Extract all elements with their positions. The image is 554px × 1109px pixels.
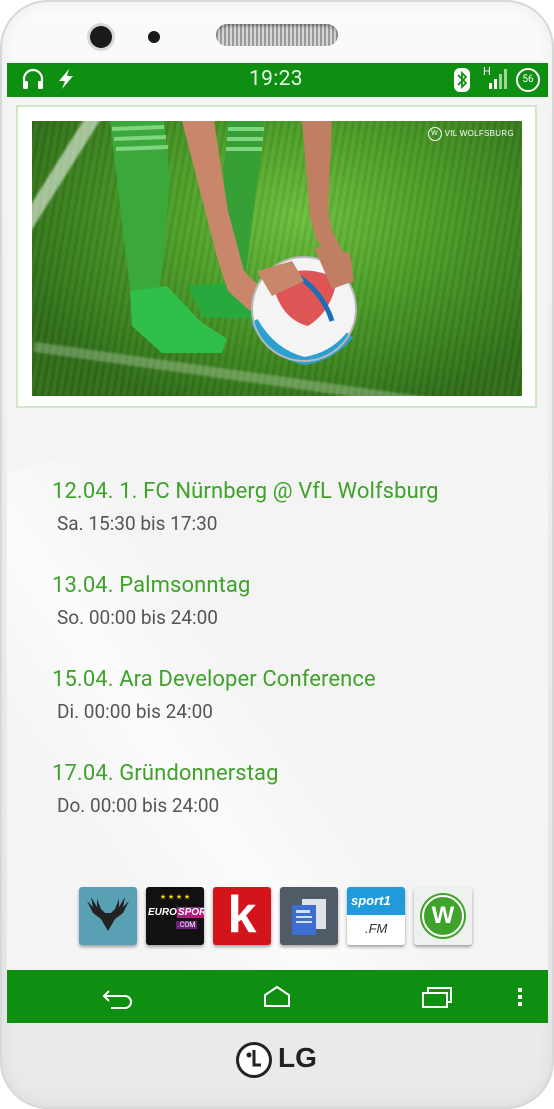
event-item[interactable]: 17.04. Gründonnerstag Do. 00:00 bis 24:0… bbox=[52, 761, 439, 855]
navigation-bar bbox=[7, 970, 548, 1023]
sport1-fm-shortcut[interactable]: sport1 .FM bbox=[347, 887, 405, 945]
vfl-logo: W VfL WOLFSBURG bbox=[427, 127, 514, 141]
news-app-shortcut[interactable] bbox=[280, 887, 338, 945]
eurosport-shortcut[interactable]: ★ ★ ★ ★ EUROSPORT .COM bbox=[146, 887, 204, 945]
deer-app-shortcut[interactable] bbox=[79, 887, 137, 945]
event-title: 12.04. 1. FC Nürnberg @ VfL Wolfsburg bbox=[52, 479, 439, 504]
phone-frame: 19:23 H 56 W VfL WOLFSBURG 12.04. 1. FC … bbox=[0, 0, 554, 1109]
event-time: Do. 00:00 bis 24:00 bbox=[57, 794, 220, 817]
sensor bbox=[148, 31, 160, 43]
recents-icon[interactable] bbox=[417, 982, 457, 1012]
bluetooth-icon bbox=[454, 68, 470, 92]
home-icon[interactable] bbox=[257, 982, 297, 1012]
menu-icon[interactable] bbox=[505, 982, 535, 1012]
banner-image: W VfL WOLFSBURG bbox=[32, 121, 522, 396]
signal-icon bbox=[489, 69, 507, 89]
headphones-icon bbox=[22, 68, 44, 89]
vfl-wolfsburg-shortcut[interactable]: W bbox=[414, 887, 472, 945]
deer-icon bbox=[87, 897, 129, 931]
banner-card[interactable]: W VfL WOLFSBURG bbox=[16, 105, 537, 408]
event-item[interactable]: 13.04. Palmsonntag So. 00:00 bis 24:00 bbox=[52, 573, 439, 667]
event-time: Di. 00:00 bis 24:00 bbox=[57, 700, 213, 723]
event-title: 17.04. Gründonnerstag bbox=[52, 761, 279, 786]
event-title: 15.04. Ara Developer Conference bbox=[52, 667, 376, 692]
event-title: 13.04. Palmsonntag bbox=[52, 573, 251, 598]
lightning-icon bbox=[59, 69, 73, 89]
event-time: Sa. 15:30 bis 17:30 bbox=[57, 512, 218, 535]
lg-logo-icon bbox=[236, 1042, 272, 1078]
kicker-shortcut[interactable]: k bbox=[213, 887, 271, 945]
status-time: 19:23 bbox=[249, 67, 303, 91]
battery-icon: 56 bbox=[516, 68, 540, 92]
event-item[interactable]: 15.04. Ara Developer Conference Di. 00:0… bbox=[52, 667, 439, 761]
back-icon[interactable] bbox=[99, 982, 139, 1012]
event-item[interactable]: 12.04. 1. FC Nürnberg @ VfL Wolfsburg Sa… bbox=[52, 479, 439, 573]
screen: 19:23 H 56 W VfL WOLFSBURG 12.04. 1. FC … bbox=[7, 63, 548, 1023]
earpiece-speaker bbox=[216, 24, 338, 46]
wolfsburg-logo: W bbox=[422, 895, 464, 937]
football-player-illustration bbox=[110, 121, 357, 366]
event-list: 12.04. 1. FC Nürnberg @ VfL Wolfsburg Sa… bbox=[52, 479, 439, 855]
front-camera bbox=[90, 26, 112, 48]
newspaper-icon bbox=[292, 899, 326, 935]
event-time: So. 00:00 bis 24:00 bbox=[57, 606, 218, 629]
status-bar: 19:23 H 56 bbox=[7, 63, 548, 97]
brand-name: LG bbox=[278, 1042, 317, 1073]
